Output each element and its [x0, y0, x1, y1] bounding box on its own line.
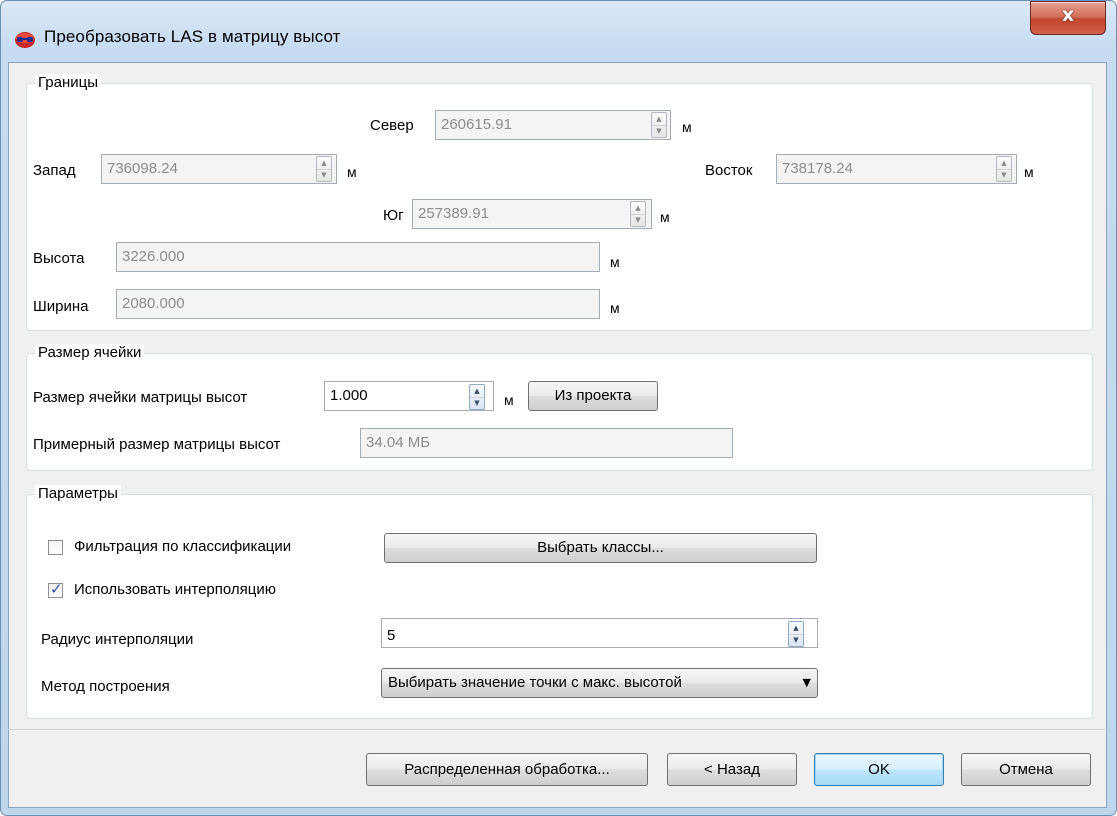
cell-size-spinner[interactable]: ▲ ▼: [469, 384, 485, 410]
height-label: Высота: [33, 250, 85, 267]
cell-size-unit: м: [504, 392, 514, 408]
back-button[interactable]: < Назад: [667, 753, 797, 786]
interpolation-checkbox[interactable]: ✓: [48, 580, 63, 598]
close-icon: x: [1061, 4, 1075, 26]
radius-spinner[interactable]: ▲ ▼: [788, 621, 804, 647]
method-label: Метод построения: [41, 678, 170, 695]
chevron-down-icon: ▼: [802, 676, 811, 689]
north-field[interactable]: 260615.91: [435, 110, 671, 140]
cell-size-label: Размер ячейки матрицы высот: [33, 389, 248, 406]
height-field[interactable]: 3226.000: [116, 242, 600, 272]
north-unit: м: [682, 119, 692, 135]
checkmark-icon: ✓: [50, 580, 63, 598]
spin-down-icon[interactable]: ▼: [470, 397, 484, 409]
width-field[interactable]: 2080.000: [116, 289, 600, 319]
width-unit: м: [610, 300, 620, 316]
south-spinner[interactable]: ▲ ▼: [630, 201, 646, 227]
method-dropdown-value: Выбирать значение точки с макс. высотой: [388, 674, 682, 691]
approx-size-label: Примерный размер матрицы высот: [33, 436, 281, 453]
from-project-button[interactable]: Из проекта: [528, 381, 658, 411]
south-field[interactable]: 257389.91: [412, 199, 652, 229]
south-unit: м: [660, 209, 670, 225]
bounds-group-title: Границы: [35, 74, 101, 91]
east-spinner[interactable]: ▲ ▼: [996, 156, 1012, 182]
spin-down-icon[interactable]: ▼: [789, 634, 803, 646]
spin-down-icon[interactable]: ▼: [631, 214, 645, 226]
south-label: Юг: [383, 207, 404, 224]
north-label: Север: [370, 117, 414, 134]
interpolation-label[interactable]: Использовать интерполяцию: [74, 581, 276, 598]
east-label: Восток: [705, 162, 753, 179]
close-button[interactable]: x: [1030, 1, 1106, 35]
parameters-group-title: Параметры: [35, 485, 121, 502]
north-spinner[interactable]: ▲ ▼: [651, 112, 667, 138]
spin-down-icon[interactable]: ▼: [652, 125, 666, 137]
radius-label: Радиус интерполяции: [41, 631, 194, 648]
width-label: Ширина: [33, 298, 89, 315]
filter-checkbox[interactable]: [48, 540, 63, 555]
radius-field[interactable]: 5: [381, 618, 818, 648]
window-title: Преобразовать LAS в матрицу высот: [44, 27, 341, 46]
west-unit: м: [347, 164, 357, 180]
title-bar: Преобразовать LAS в матрицу высот x: [0, 0, 1117, 62]
distributed-processing-button[interactable]: Распределенная обработка...: [366, 753, 648, 786]
select-classes-button[interactable]: Выбрать классы...: [384, 533, 817, 563]
cell-size-group-title: Размер ячейки: [35, 344, 145, 361]
footer-separator: [8, 729, 1105, 730]
east-field[interactable]: 738178.24: [776, 154, 1017, 184]
filter-label[interactable]: Фильтрация по классификации: [74, 538, 291, 555]
height-unit: м: [610, 254, 620, 270]
cancel-button[interactable]: Отмена: [961, 753, 1091, 786]
app-icon: [13, 27, 37, 51]
west-spinner[interactable]: ▲ ▼: [316, 156, 332, 182]
spin-down-icon[interactable]: ▼: [997, 169, 1011, 181]
ok-button[interactable]: OK: [814, 753, 944, 786]
approx-size-field: 34.04 МБ: [360, 428, 733, 458]
west-field[interactable]: 736098.24: [101, 154, 337, 184]
method-dropdown[interactable]: Выбирать значение точки с макс. высотой …: [381, 668, 818, 698]
west-label: Запад: [33, 162, 76, 179]
east-unit: м: [1024, 164, 1034, 180]
spin-down-icon[interactable]: ▼: [317, 169, 331, 181]
